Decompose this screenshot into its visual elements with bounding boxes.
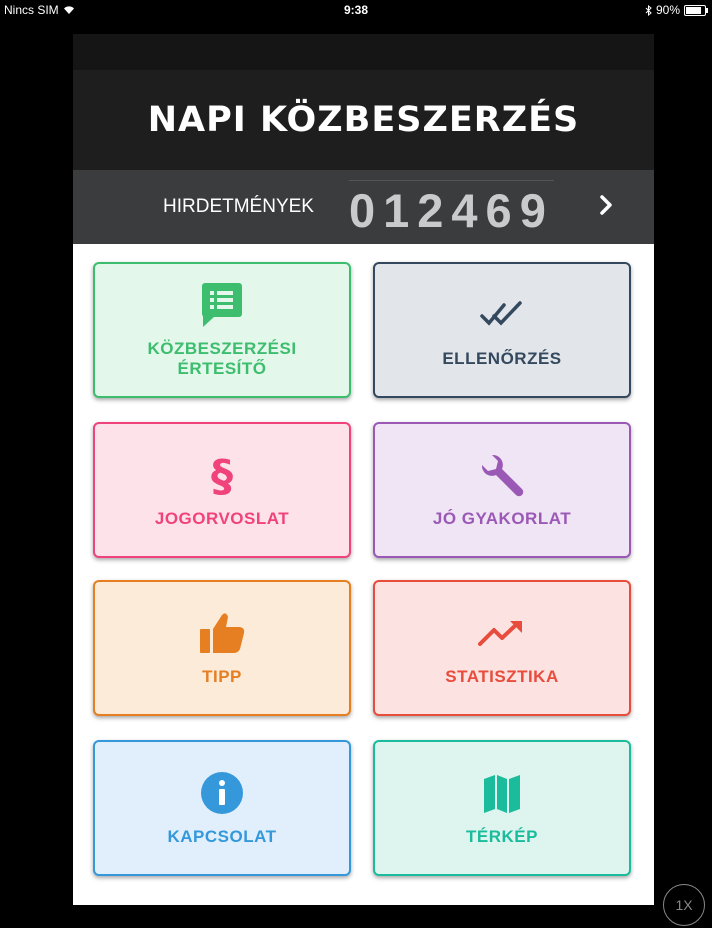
- paragraph-icon: §: [208, 451, 236, 499]
- tile-ellenorzes[interactable]: ELLENŐRZÉS: [373, 262, 631, 398]
- tile-label: STATISZTIKA: [445, 667, 559, 686]
- app-screen: NAPI KÖZBESZERZÉS HIRDETMÉNYEK 012469 KÖ…: [73, 34, 654, 905]
- svg-text:§: §: [211, 451, 233, 499]
- announcements-label: HIRDETMÉNYEK: [163, 196, 314, 217]
- tile-label: JÓ GYAKORLAT: [432, 509, 572, 528]
- zoom-badge[interactable]: 1X: [663, 884, 705, 926]
- double-check-icon: [480, 291, 524, 339]
- tile-jo-gyakorlat[interactable]: JÓ GYAKORLAT: [373, 422, 631, 558]
- thumbs-up-icon: [198, 609, 246, 657]
- header: NAPI KÖZBESZERZÉS: [73, 70, 654, 170]
- tile-label: TIPP: [202, 667, 242, 686]
- tile-kapcsolat[interactable]: KAPCSOLAT: [93, 740, 351, 876]
- tile-label: KAPCSOLAT: [167, 827, 277, 846]
- info-icon: [200, 769, 244, 817]
- battery-fill: [686, 6, 702, 14]
- tile-label: KÖZBESZERZÉSI ÉRTESÍTŐ: [147, 339, 297, 378]
- tile-statisztika[interactable]: STATISZTIKA: [373, 580, 631, 716]
- status-right: 90%: [645, 3, 708, 17]
- battery-percent: 90%: [655, 3, 680, 17]
- bluetooth-icon: [645, 4, 652, 16]
- clock: 9:38: [343, 3, 369, 17]
- tile-label: TÉRKÉP: [466, 827, 538, 846]
- announcements-counter: 012469: [349, 180, 554, 238]
- tile-tipp[interactable]: TIPP: [93, 580, 351, 716]
- battery-icon: [684, 4, 708, 16]
- tile-jogorvoslat[interactable]: § JOGORVOSLAT: [93, 422, 351, 558]
- announcements-bar[interactable]: HIRDETMÉNYEK 012469: [73, 170, 654, 244]
- wrench-icon: [478, 451, 526, 499]
- tile-label: JOGORVOSLAT: [154, 509, 290, 528]
- app-title: NAPI KÖZBESZERZÉS: [147, 100, 580, 140]
- tile-kozbeszerzesi-ertesito[interactable]: KÖZBESZERZÉSI ÉRTESÍTŐ: [93, 262, 351, 398]
- chevron-right-icon[interactable]: [593, 192, 619, 218]
- notice-chat-icon: [201, 281, 243, 329]
- map-icon: [482, 769, 522, 817]
- status-bar: Nincs SIM 9:38 90%: [0, 0, 712, 20]
- tile-label: ELLENŐRZÉS: [442, 349, 562, 368]
- trend-up-icon: [478, 609, 526, 657]
- tile-terkep[interactable]: TÉRKÉP: [373, 740, 631, 876]
- top-strip: [73, 34, 654, 70]
